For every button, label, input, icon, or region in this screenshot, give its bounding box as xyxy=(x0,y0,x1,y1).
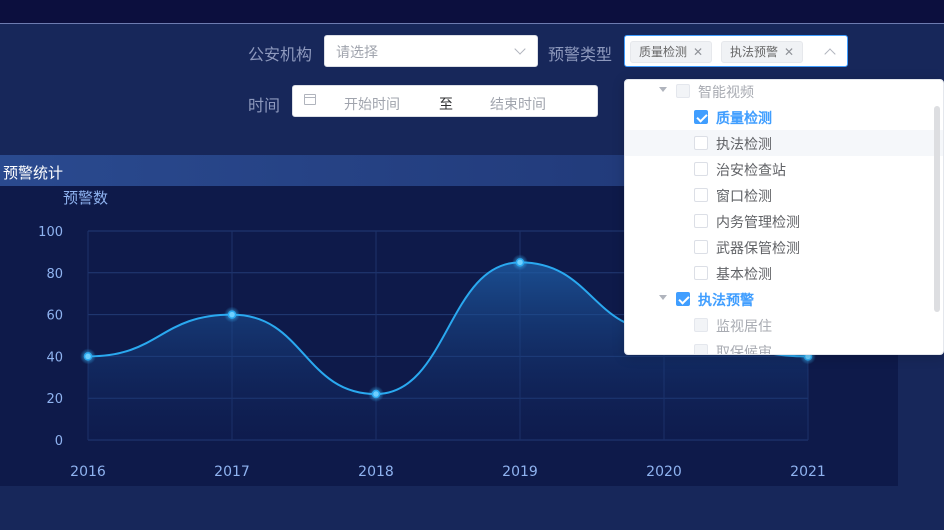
chevron-up-icon xyxy=(824,48,836,60)
tree-dropdown: 智能视频质量检测执法检测治安检查站窗口检测内务管理检测 武器保管检测 基本检测执法预… xyxy=(624,79,944,355)
tree-node-label: 执法预警 xyxy=(698,293,754,309)
tree-node[interactable]: 治安检查站 xyxy=(625,156,943,182)
date-range-picker[interactable]: 开始时间 至 结束时间 xyxy=(292,85,598,117)
tag-quality-check: 质量检测 ✕ xyxy=(630,41,713,63)
expand-caret-icon[interactable] xyxy=(659,295,667,300)
tree-checkbox[interactable] xyxy=(694,214,708,228)
tree-node-label: 监视居住 xyxy=(716,319,772,335)
expand-caret-icon[interactable] xyxy=(659,87,667,92)
agency-select[interactable]: 请选择 xyxy=(324,35,538,67)
tree-node[interactable]: 武器保管检测 xyxy=(625,234,943,260)
tree-node-label: 治安检查站 xyxy=(716,163,786,179)
chevron-down-icon xyxy=(514,43,526,55)
tree-node[interactable]: 窗口检测 xyxy=(625,182,943,208)
time-label: 时间 xyxy=(248,96,281,115)
tree-node[interactable]: 执法检测 xyxy=(625,130,943,156)
tree-node: 监视居住 xyxy=(625,312,943,338)
section-title: 预警统计 xyxy=(3,164,64,182)
y-tick-label: 100 xyxy=(38,225,63,240)
tree-checkbox[interactable] xyxy=(676,292,690,306)
y-tick-label: 60 xyxy=(46,309,63,324)
tag-close-icon[interactable]: ✕ xyxy=(784,45,794,59)
tag-close-icon[interactable]: ✕ xyxy=(693,45,703,59)
tree-node[interactable]: 执法预警 xyxy=(625,286,943,312)
dropdown-scrollbar[interactable] xyxy=(934,106,940,312)
tag-label: 质量检测 xyxy=(639,45,688,59)
tree-node[interactable]: 内务管理检测 xyxy=(625,208,943,234)
tree-node-label: 智能视频 xyxy=(698,85,754,101)
y-tick-label: 0 xyxy=(55,434,63,449)
end-date-input[interactable]: 结束时间 xyxy=(490,94,546,114)
tree-checkbox[interactable] xyxy=(694,188,708,202)
tag-enforcement-warning: 执法预警 ✕ xyxy=(721,41,804,63)
x-tick-label: 2018 xyxy=(358,464,394,480)
x-tick-label: 2021 xyxy=(790,464,826,480)
data-point[interactable] xyxy=(80,348,96,365)
tree-node[interactable]: 质量检测 xyxy=(625,104,943,130)
tree-checkbox[interactable] xyxy=(694,162,708,176)
calendar-icon xyxy=(304,94,316,105)
tree-checkbox xyxy=(694,318,708,332)
x-tick-label: 2016 xyxy=(70,464,106,480)
x-tick-label: 2017 xyxy=(214,464,250,480)
tree-node[interactable]: 基本检测 xyxy=(625,260,943,286)
y-tick-label: 40 xyxy=(46,350,63,365)
agency-label: 公安机构 xyxy=(248,45,313,64)
tree-node-label: 质量检测 xyxy=(716,111,772,127)
tree-checkbox[interactable] xyxy=(694,266,708,280)
start-date-input[interactable]: 开始时间 xyxy=(344,94,400,114)
tree-node-label: 基本检测 xyxy=(716,267,772,283)
y-tick-label: 20 xyxy=(46,392,63,407)
tree-checkbox[interactable] xyxy=(694,136,708,150)
tag-label: 执法预警 xyxy=(730,45,779,59)
tree-node-label: 执法检测 xyxy=(716,137,772,153)
tree-checkbox xyxy=(694,344,708,354)
tree-checkbox[interactable] xyxy=(694,110,708,124)
tree-checkbox xyxy=(676,84,690,98)
data-point[interactable] xyxy=(368,386,384,403)
warning-type-select[interactable]: 质量检测 ✕ 执法预警 ✕ xyxy=(624,35,848,67)
tree-node-label: 取保候审 xyxy=(716,345,772,355)
y-axis-title: 预警数 xyxy=(63,189,108,207)
agency-placeholder: 请选择 xyxy=(336,45,378,61)
x-tick-label: 2020 xyxy=(646,464,682,480)
data-point[interactable] xyxy=(512,254,528,271)
tree-node: 取保候审 xyxy=(625,338,943,355)
warning-type-label: 预警类型 xyxy=(548,45,613,64)
x-tick-label: 2019 xyxy=(502,464,538,480)
tree-node: 智能视频 xyxy=(625,80,943,104)
range-separator: 至 xyxy=(439,97,453,113)
top-bar xyxy=(0,0,944,24)
tree-node-label: 内务管理检测 xyxy=(716,215,800,231)
data-point[interactable] xyxy=(224,306,240,323)
tree-node-label: 窗口检测 xyxy=(716,189,772,205)
y-tick-label: 80 xyxy=(46,267,63,282)
tree-checkbox[interactable] xyxy=(694,240,708,254)
tree-node-label: 武器保管检测 xyxy=(716,241,800,257)
